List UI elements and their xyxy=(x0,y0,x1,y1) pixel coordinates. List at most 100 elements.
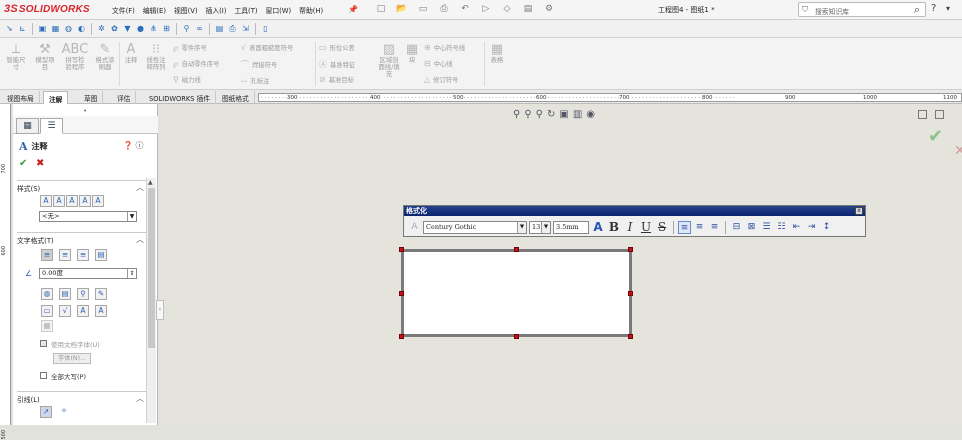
open-icon[interactable]: 📂 xyxy=(396,3,408,15)
search-icon[interactable]: ⌕ xyxy=(914,3,920,17)
stack-note-icon[interactable]: ▦ xyxy=(41,320,53,332)
cup-icon[interactable]: ▼ xyxy=(122,23,133,34)
grid-icon[interactable]: ⋔ xyxy=(148,23,159,34)
menu-window[interactable]: 窗口(W) xyxy=(266,5,292,15)
layer-icon[interactable]: ▦ xyxy=(50,23,61,34)
menu-help[interactable]: 帮助(H) xyxy=(299,5,323,15)
tables-button[interactable]: ▦ 表格 xyxy=(487,43,507,65)
bold-icon[interactable]: B xyxy=(607,220,621,235)
align-center-icon[interactable]: ≡ xyxy=(693,221,706,234)
stack-icon[interactable]: ⊟ xyxy=(730,221,743,234)
solidworks-logo[interactable]: 3SSOLIDWORKS xyxy=(4,3,90,15)
document-icon[interactable]: ▯ xyxy=(260,23,271,34)
align-left-icon[interactable]: ≡ xyxy=(678,220,691,234)
format-toolbar-close-button[interactable]: x xyxy=(855,207,863,215)
delete-style-icon[interactable]: A xyxy=(66,195,78,207)
tab-view-layout[interactable]: 视图布局 xyxy=(2,91,40,104)
centerline-button[interactable]: ⊟ 中心线 xyxy=(424,59,453,68)
confirm-corner-ok-icon[interactable]: ✔ xyxy=(928,126,943,147)
menu-view[interactable]: 视图(V) xyxy=(174,5,198,15)
font-dialog-icon[interactable]: A xyxy=(591,220,605,235)
center-mark-button[interactable]: ⊕ 中心符号线 xyxy=(424,43,465,52)
color-icon[interactable]: ◐ xyxy=(76,23,87,34)
scrollbar-thumb[interactable] xyxy=(148,188,155,348)
font-color-icon[interactable]: A xyxy=(408,221,421,234)
save-style-icon[interactable]: A xyxy=(79,195,91,207)
panel-scrollbar[interactable]: ▲ xyxy=(146,178,156,423)
printer-icon[interactable]: ⎙ xyxy=(227,23,238,34)
ok-check-icon[interactable]: ✔ xyxy=(19,158,27,169)
rotate-icon[interactable]: ↻ xyxy=(547,109,555,120)
tab-annotation[interactable]: 注解 xyxy=(43,91,69,104)
section-icon[interactable]: ▥ xyxy=(573,109,582,120)
magnetic-line-button[interactable]: ⚲ 磁力线 xyxy=(173,75,201,84)
font-size-select[interactable]: 13 ▼ xyxy=(529,220,551,234)
insert-hyperlink-icon[interactable]: ◍ xyxy=(41,288,53,300)
symbol-grid-icon[interactable]: ⊠ xyxy=(745,221,758,234)
align-right-icon[interactable]: ≡ xyxy=(708,221,721,234)
select-icon[interactable]: ▷ xyxy=(480,3,492,15)
resize-handle[interactable] xyxy=(628,247,633,252)
strikethrough-icon[interactable]: S xyxy=(655,220,669,235)
tab-sheet-format[interactable]: 图纸格式 xyxy=(217,91,255,104)
file-properties-icon[interactable]: ▤ xyxy=(522,3,534,15)
monitor-icon[interactable]: ▣ xyxy=(37,23,48,34)
text-format-section-header[interactable]: 文字格式(T) ︿ xyxy=(17,232,147,245)
panel-splitter-handle[interactable]: ‹ xyxy=(156,300,164,320)
insert-gtol-icon[interactable]: ▭ xyxy=(41,305,53,317)
menu-insert[interactable]: 插入(I) xyxy=(206,5,227,15)
geometric-tolerance-button[interactable]: ▭ 形位公差 xyxy=(319,43,355,52)
load-style-icon[interactable]: A xyxy=(92,195,104,207)
insert-hole-callout-icon[interactable]: A xyxy=(95,305,107,317)
style-section-header[interactable]: 样式(S) ︿ xyxy=(17,180,147,193)
menu-file[interactable]: 文件(F) xyxy=(112,5,135,15)
tab-solidworks-addins[interactable]: SOLIDWORKS 插件 xyxy=(144,91,217,104)
panel-help-icons[interactable]: ❓ ⓘ xyxy=(123,140,144,151)
spinner-icon[interactable]: ⇕ xyxy=(127,269,136,278)
restore-window-icon[interactable] xyxy=(918,110,927,119)
appearance-gear-icon[interactable]: ✲ xyxy=(96,23,107,34)
zoom-icon[interactable]: ⚲ xyxy=(181,23,192,34)
area-hatch-button[interactable]: ▨ 区域剖 面线/填 充 xyxy=(374,43,404,79)
new-document-icon[interactable]: □ xyxy=(375,3,387,15)
help-icon[interactable]: ? xyxy=(931,3,936,14)
note-button[interactable]: A 注释 xyxy=(121,43,141,65)
font-select[interactable]: Century Gothic ▼ xyxy=(423,220,527,234)
add-symbol-icon[interactable]: ⚲ xyxy=(77,288,89,300)
align-right-icon[interactable]: ≡ xyxy=(77,249,89,261)
collapse-chevron-icon[interactable]: ︿ xyxy=(136,393,144,404)
collapse-chevron-icon[interactable]: ︿ xyxy=(136,182,144,193)
globe-icon[interactable]: ◍ xyxy=(63,23,74,34)
collapse-chevron-icon[interactable]: ︿ xyxy=(136,234,144,245)
block-button[interactable]: ▦ 块 xyxy=(405,43,419,65)
cancel-x-icon[interactable]: ✖ xyxy=(36,158,44,169)
numbered-list-icon[interactable]: ☷ xyxy=(775,221,788,234)
apply-style-icon[interactable]: A xyxy=(40,195,52,207)
align-left-icon[interactable]: ≡ xyxy=(41,249,53,261)
smart-dimension-button[interactable]: ⟂ 智能尺 寸 xyxy=(3,43,29,72)
format-painter-button[interactable]: ✎ 格式涂 刷器 xyxy=(90,43,120,72)
rebuild-icon[interactable]: ◇ xyxy=(501,3,513,15)
line-spacing-icon[interactable]: ↕ xyxy=(820,221,833,234)
insert-surface-finish-icon[interactable]: √ xyxy=(59,305,71,317)
options-gear-icon[interactable]: ⚙ xyxy=(543,3,555,15)
pin-icon[interactable]: 📌 xyxy=(348,5,358,14)
zoom-area-icon[interactable]: ⚲ xyxy=(524,109,531,120)
angle-input[interactable]: 0.00度 ⇕ xyxy=(39,268,137,279)
resize-handle[interactable] xyxy=(628,291,633,296)
decrease-indent-icon[interactable]: ⇤ xyxy=(790,221,803,234)
font-button[interactable]: 字体(N)... xyxy=(53,353,91,364)
leader-type-icon[interactable]: ↗ xyxy=(40,406,52,418)
align-center-icon[interactable]: ≡ xyxy=(59,249,71,261)
panel-grip-icon[interactable]: • xyxy=(83,107,87,115)
all-caps-checkbox[interactable] xyxy=(40,372,47,379)
increase-indent-icon[interactable]: ⇥ xyxy=(805,221,818,234)
balloon-button[interactable]: ℘ 零件序号 xyxy=(173,43,207,52)
auto-balloon-button[interactable]: ℘ 自动零件序号 xyxy=(173,59,219,68)
underline-icon[interactable]: U xyxy=(639,220,653,235)
leader-section-header[interactable]: 引线(L) ︿ xyxy=(17,391,147,404)
export-icon[interactable]: ⇲ xyxy=(240,23,251,34)
cursor-icon[interactable]: ➘ xyxy=(4,23,15,34)
linear-note-pattern-button[interactable]: ⁝⁝ 线性注 释阵列 xyxy=(143,43,169,72)
weld-symbol-button[interactable]: ⌒ 焊接符号 xyxy=(241,59,277,70)
